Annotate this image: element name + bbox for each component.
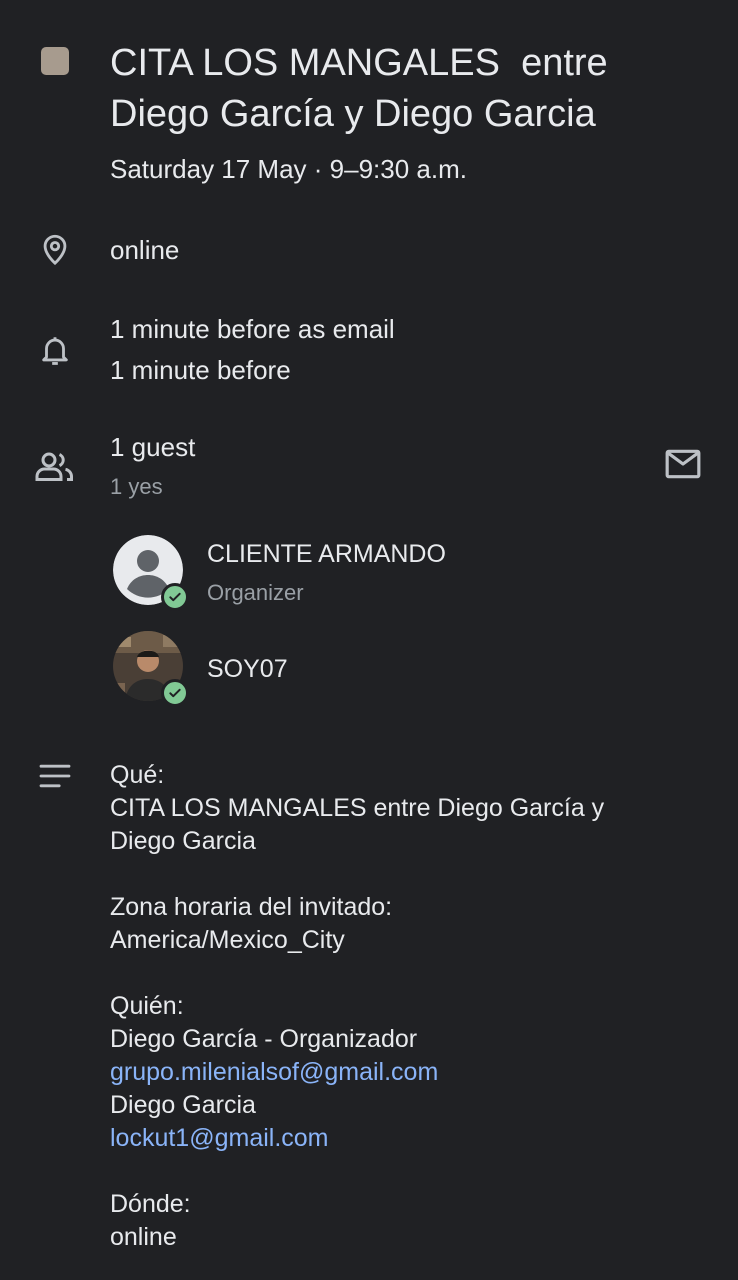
description-line: CITA LOS MANGALES entre Diego García y: [110, 794, 605, 822]
notification-item[interactable]: 1 minute before: [110, 353, 291, 387]
description-line: Diego García - Organizador: [110, 1025, 418, 1053]
location-pin-icon: [38, 230, 72, 268]
location-text[interactable]: online: [110, 233, 179, 267]
email-icon[interactable]: [664, 448, 702, 480]
guest-count: 1 guest: [110, 432, 196, 462]
event-description: Qué: CITA LOS MANGALES entre Diego García…: [110, 759, 690, 1254]
event-color-swatch: [41, 47, 69, 75]
event-title: CITA LOS MANGALES entre Diego García y D…: [110, 42, 619, 135]
notification-item[interactable]: 1 minute before as email: [110, 312, 395, 346]
guest-name[interactable]: SOY07: [207, 653, 288, 685]
notes-icon: [38, 762, 72, 790]
description-line: Diego Garcia: [110, 827, 256, 855]
description-line: Zona horaria del invitado:: [110, 893, 393, 921]
guest-role: Organizer: [207, 580, 304, 605]
description-line: Qué:: [110, 761, 165, 789]
bell-icon: [38, 331, 72, 369]
description-line: Diego Garcia: [110, 1091, 256, 1119]
guest-name[interactable]: CLIENTE ARMANDO: [207, 538, 446, 570]
guest-avatar[interactable]: [113, 631, 189, 707]
description-line: Quién:: [110, 992, 184, 1020]
email-link[interactable]: grupo.milenialsof@gmail.com: [110, 1056, 690, 1089]
email-link[interactable]: lockut1@gmail.com: [110, 1122, 690, 1155]
description-line: America/Mexico_City: [110, 926, 345, 954]
people-icon: [34, 447, 76, 485]
description-line: Dónde:: [110, 1190, 191, 1218]
description-line: online: [110, 1223, 177, 1251]
accepted-check-icon: [161, 679, 189, 707]
guest-avatar[interactable]: [113, 535, 189, 611]
event-datetime: Saturday 17 May · 9–9:30 a.m.: [110, 154, 467, 184]
accepted-check-icon: [161, 583, 189, 611]
guest-responses: 1 yes: [110, 474, 163, 499]
